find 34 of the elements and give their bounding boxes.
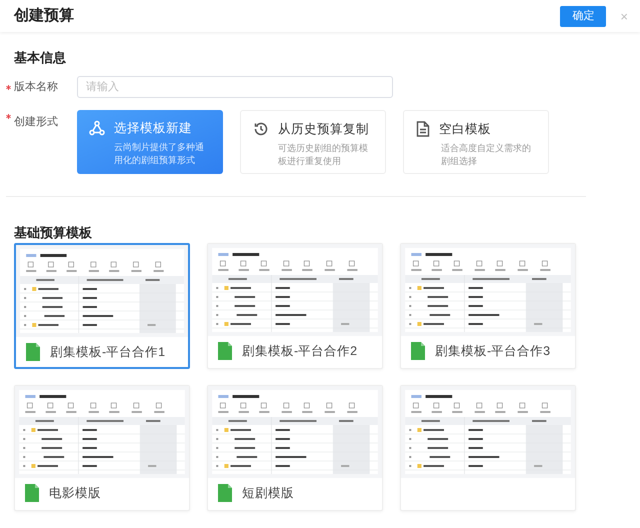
xls-file-icon [26, 343, 40, 362]
template-name: 电影模版 [49, 485, 101, 502]
xls-file-icon [25, 484, 39, 502]
field-label: 版本名称 [14, 80, 58, 95]
option-description: 可选历史剧组的预算模板进行重复使用 [277, 142, 369, 168]
template-name: 剧集模板-平台合作3 [435, 343, 550, 360]
template-card[interactable]: 剧集模板-平台合作1 [14, 243, 190, 369]
template-name: 剧集模板-平台合作1 [50, 344, 166, 361]
section-heading: 基本信息 [14, 49, 67, 67]
mode-option-card[interactable]: 从历史预算复制 可选历史剧组的预算模板进行重复使用 [240, 110, 386, 174]
option-title: 空白模板 [439, 121, 491, 138]
option-description: 适合高度自定义需求的剧组选择 [440, 142, 532, 168]
template-card[interactable]: 剧集模板-平台合作3 [400, 243, 576, 369]
option-title: 选择模板新建 [114, 120, 192, 137]
template-name: 短剧模版 [242, 485, 294, 502]
template-card[interactable]: 电影模版 [14, 385, 190, 511]
field-label: 创建形式 [14, 115, 58, 130]
option-title: 从历史预算复制 [278, 121, 369, 138]
template-card[interactable] [400, 385, 576, 511]
mode-option-card[interactable]: 空白模板 适合高度自定义需求的剧组选择 [403, 110, 549, 174]
confirm-button[interactable]: 确定 [560, 6, 606, 26]
xls-file-icon [411, 342, 425, 360]
template-name: 剧集模板-平台合作2 [242, 343, 358, 360]
section-heading: 基础预算模板 [14, 224, 93, 242]
template-card[interactable]: 短剧模版 [207, 385, 383, 511]
option-description: 云尚制片提供了多种通用化的剧组预算形式 [113, 140, 205, 167]
xls-file-icon [218, 342, 232, 360]
network-icon [89, 120, 105, 136]
dialog-title: 创建预算 [14, 6, 74, 26]
template-card[interactable]: 剧集模板-平台合作2 [207, 243, 383, 369]
version-name-input[interactable]: 请输入 [77, 76, 393, 98]
xls-file-icon [218, 484, 232, 502]
history-icon [253, 121, 269, 138]
document-icon [416, 121, 430, 138]
